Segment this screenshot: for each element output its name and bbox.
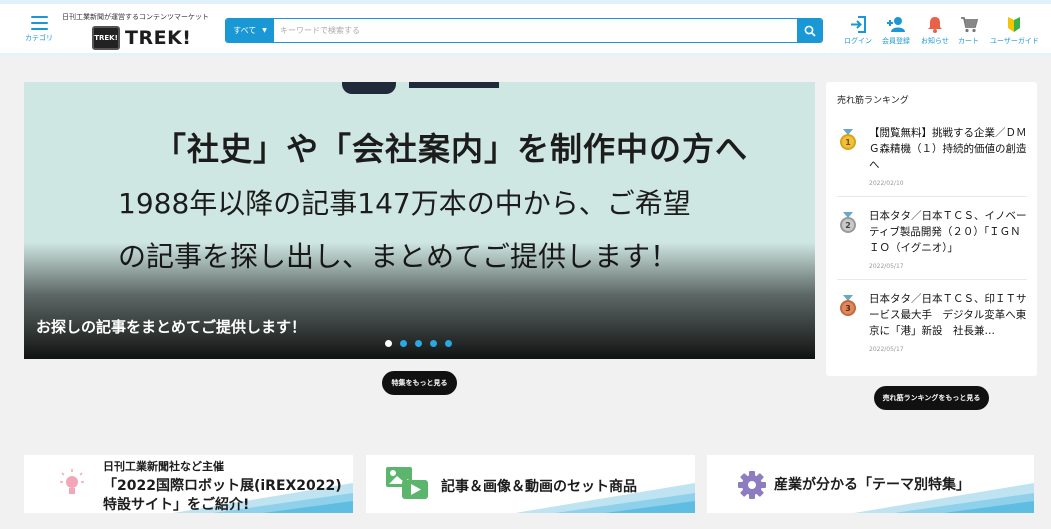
card-1-line-3: 特設サイト」をご紹介! (103, 497, 250, 513)
nav-user-guide-label: ユーザーガイド (990, 37, 1039, 45)
ranking-item-1[interactable]: 1 【閲覧無料】挑戦する企業／ＤＭＧ森精機（１）持続的価値の創造へ 2022/0… (837, 125, 1027, 197)
ranking-panel: 売れ筋ランキング 1 【閲覧無料】挑戦する企業／ＤＭＧ森精機（１）持続的価値の創… (826, 82, 1037, 376)
svg-text:2: 2 (845, 221, 851, 230)
beginner-mark-icon (1008, 17, 1021, 32)
card-1-line-1: 日刊工業新聞社など主催 (103, 460, 224, 473)
search-bar: すべて ▼ (225, 18, 823, 43)
hero-logo-fragment (342, 82, 396, 94)
svg-text:1: 1 (845, 138, 851, 147)
category-menu-button[interactable]: カテゴリ (24, 16, 54, 43)
gold-medal-icon: 1 (840, 129, 856, 150)
logo-badge: TREK! (92, 26, 120, 50)
search-button[interactable] (797, 19, 822, 42)
banner-theme-features[interactable]: 産業が分かる「テーマ別特集」 (707, 455, 1034, 513)
ranking-item-date: 2022/02/10 (869, 180, 904, 187)
add-user-icon (887, 17, 905, 32)
bronze-medal-icon: 3 (840, 295, 856, 316)
ranking-item-3[interactable]: 3 日本タタ／日本ＴＣＳ、印ＩＴサービス最大手 デジタル変革へ東京に「港」新設 … (837, 291, 1027, 365)
nav-login[interactable]: ログイン (844, 16, 872, 46)
silver-medal-icon: 2 (840, 212, 856, 233)
hero-headline: 「社史」や「会社案内」を制作中の方へ (154, 130, 749, 168)
search-input[interactable] (274, 19, 797, 42)
lightbulb-icon (60, 469, 84, 494)
category-menu-label: カテゴリ (25, 34, 53, 42)
gear-icon (738, 471, 766, 499)
card-3-title: 産業が分かる「テーマ別特集」 (774, 477, 970, 493)
nav-user-guide[interactable]: ユーザーガイド (990, 16, 1039, 46)
slider-dot-4[interactable] (430, 340, 437, 347)
ranking-item-2[interactable]: 2 日本タタ／日本ＴＣＳ、イノベーティブ製品開発（２０）「ＩＧＮＩＯ（イグニオ）… (837, 208, 1027, 280)
nav-notifications-label: お知らせ (921, 37, 949, 45)
card-1-line-2: 「2022国際ロボット展(iREX2022) (103, 478, 342, 494)
banner-irex2022[interactable]: 日刊工業新聞社など主催 「2022国際ロボット展(iREX2022) 特設サイト… (24, 455, 353, 513)
ranking-item-date: 2022/05/17 (869, 346, 904, 353)
svg-text:3: 3 (845, 304, 851, 313)
nav-cart-label: カート (958, 37, 979, 45)
ranking-item-date: 2022/05/17 (869, 263, 904, 270)
tagline: 日刊工業新聞が運営するコンテンツマーケット (62, 13, 209, 21)
hero-caption: お探しの記事をまとめてご提供します！ (36, 318, 307, 336)
logo-wordmark: TREK! (125, 27, 192, 49)
slider-dot-5[interactable] (445, 340, 452, 347)
nav-register-label: 会員登録 (882, 37, 910, 45)
caret-down-icon: ▼ (262, 27, 267, 34)
slider-dot-2[interactable] (400, 340, 407, 347)
search-icon (804, 25, 816, 37)
brand: 日刊工業新聞が運営するコンテンツマーケット (62, 12, 212, 22)
nav-register[interactable]: 会員登録 (882, 16, 910, 46)
banner-media-set[interactable]: 記事＆画像＆動画のセット商品 (366, 455, 695, 513)
bell-icon (927, 17, 942, 33)
hero-slider[interactable]: 「社史」や「会社案内」を制作中の方へ 1988年以降の記事147万本の中から、ご… (24, 82, 815, 359)
site-logo[interactable]: TREK! TREK! (92, 26, 191, 50)
login-icon (851, 16, 866, 33)
hero-logo-fragment-text (409, 82, 499, 88)
more-features-button[interactable]: 特集をもっと見る (382, 371, 457, 395)
slider-dot-1[interactable] (385, 340, 392, 347)
nav-notifications[interactable]: お知らせ (921, 16, 949, 46)
site-header: カテゴリ 日刊工業新聞が運営するコンテンツマーケット TREK! TREK! す… (0, 4, 1051, 56)
card-2-title: 記事＆画像＆動画のセット商品 (441, 479, 637, 495)
ranking-item-text: 日本タタ／日本ＴＣＳ、印ＩＴサービス最大手 デジタル変革へ東京に「港」新設 社長… (869, 293, 1027, 337)
hamburger-icon (24, 16, 54, 30)
media-set-icon (386, 467, 428, 499)
ranking-item-text: 【閲覧無料】挑戦する企業／ＤＭＧ森精機（１）持続的価値の創造へ (869, 127, 1027, 171)
nav-login-label: ログイン (844, 37, 872, 45)
ranking-title: 売れ筋ランキング (837, 96, 909, 106)
slider-dots (385, 340, 452, 347)
search-category-value: すべて (233, 26, 257, 35)
hero-text-line-1: 1988年以降の記事147万本の中から、ご希望 (118, 187, 691, 220)
more-ranking-button[interactable]: 売れ筋ランキングをもっと見る (874, 386, 989, 410)
nav-cart[interactable]: カート (958, 16, 979, 46)
cart-icon (960, 17, 978, 33)
search-category-select[interactable]: すべて ▼ (226, 19, 274, 42)
slider-dot-3[interactable] (415, 340, 422, 347)
ranking-item-text: 日本タタ／日本ＴＣＳ、イノベーティブ製品開発（２０）「ＩＧＮＩＯ（イグニオ）」 (869, 210, 1027, 254)
